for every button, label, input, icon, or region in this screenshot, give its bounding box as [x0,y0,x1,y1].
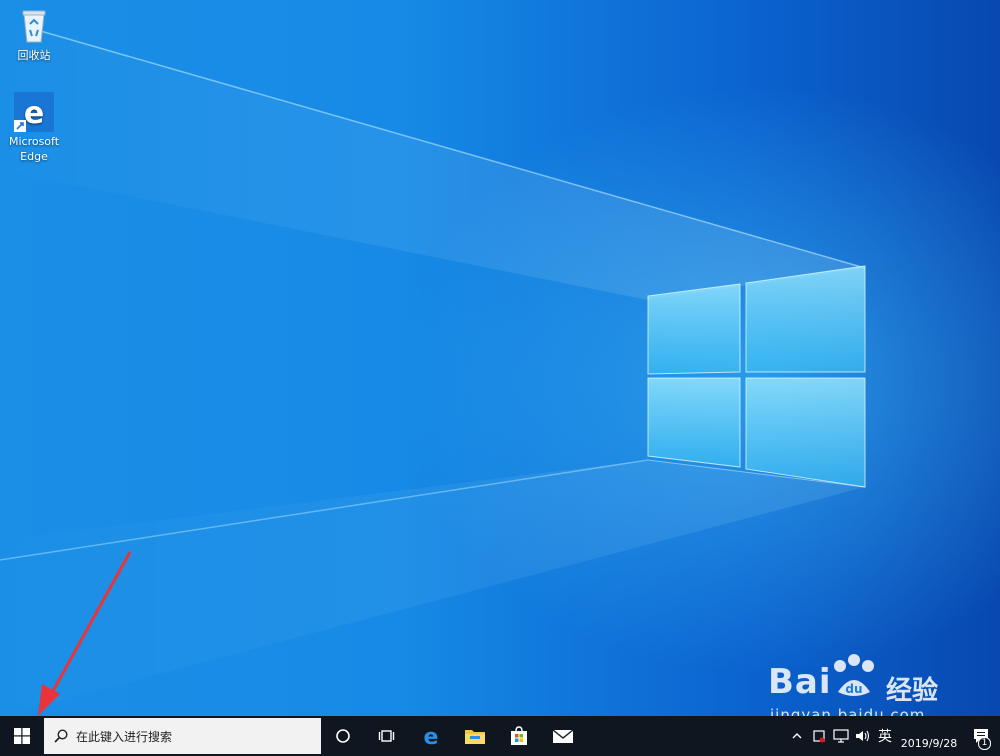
task-view-icon [378,730,395,742]
baidu-jingyan-watermark: Bai du 经验 jingyan.baidu.com [768,648,948,716]
mail-icon [552,729,574,743]
chevron-up-icon [792,733,802,739]
edge-icon: e [424,725,439,747]
search-placeholder: 在此键入进行搜索 [76,729,173,744]
speaker-volume-icon [856,730,870,742]
watermark-suffix: 经验 [886,676,939,706]
desktop-background[interactable]: 回收站 e Microsoft Edge Bai du 经验 jingyan.b… [0,0,1000,716]
watermark-brand: Bai [768,662,832,702]
svg-text:du: du [845,682,862,696]
taskbar-app-store[interactable] [497,716,541,756]
input-method-indicator[interactable]: 英 [874,716,896,756]
security-shield-icon [813,730,825,743]
taskbar-app-edge[interactable]: e [409,716,453,756]
clock-date: 2019/9/28 [900,737,958,750]
baidu-paw-icon: du [834,654,874,696]
annotation-red-arrow [38,551,132,716]
action-center-button[interactable]: 1 [962,716,1000,756]
cortana-button[interactable] [321,716,365,756]
system-tray: 英 2019/9/28 1 [786,716,1000,756]
taskbar-clock[interactable]: 2019/9/28 [896,716,962,756]
taskbar-app-mail[interactable] [541,716,585,756]
windows-logo-icon [14,728,30,744]
task-view-button[interactable] [365,716,409,756]
tray-security-button[interactable] [808,716,830,756]
watermark-url: jingyan.baidu.com [770,706,926,716]
search-icon [54,729,68,743]
svg-text:e: e [424,725,439,747]
network-monitor-icon [833,729,849,743]
cortana-circle-icon [336,729,350,743]
folder-icon [465,730,485,744]
taskbar: 在此键入进行搜索 e 英 2019/9/28 1 [0,716,1000,756]
taskbar-search-box[interactable]: 在此键入进行搜索 [44,718,321,754]
tray-volume-button[interactable] [852,716,874,756]
show-hidden-icons-button[interactable] [786,716,808,756]
notification-count-badge: 1 [978,737,991,750]
tray-network-button[interactable] [830,716,852,756]
start-button[interactable] [0,716,44,756]
store-bag-icon [511,726,527,745]
taskbar-app-file-explorer[interactable] [453,716,497,756]
